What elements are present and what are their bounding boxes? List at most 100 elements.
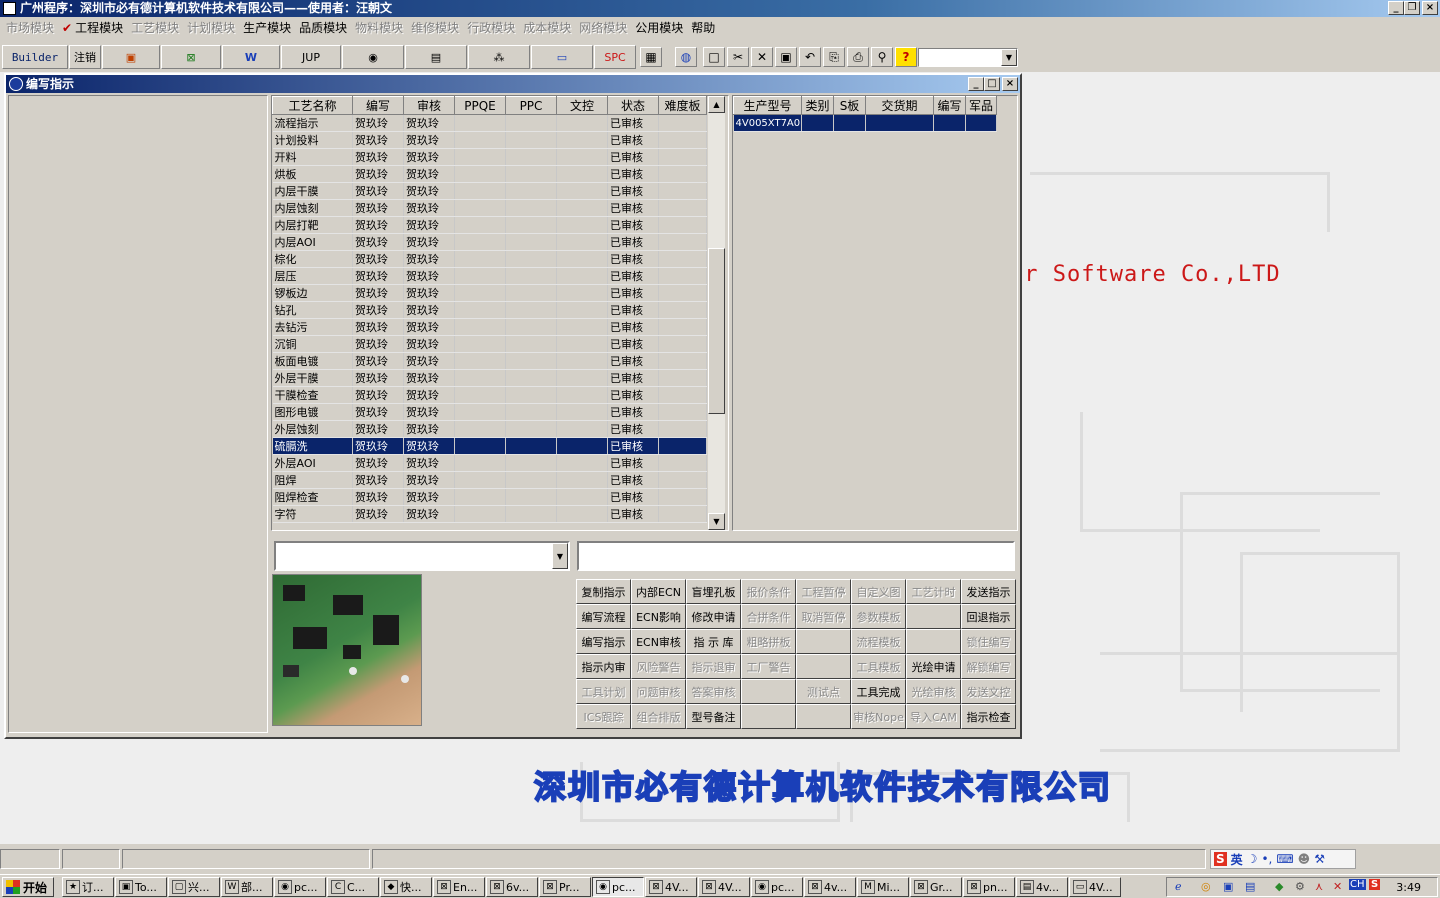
- command-button[interactable]: ECN审核: [631, 629, 686, 654]
- tray-sogou-icon[interactable]: S: [1369, 879, 1381, 890]
- database-icon[interactable]: ▤: [405, 45, 467, 69]
- ie-icon[interactable]: ℯ: [1175, 880, 1182, 893]
- close-icon[interactable]: ×: [1422, 1, 1438, 15]
- preview-icon[interactable]: ⎘: [823, 47, 845, 67]
- tray-doc-icon[interactable]: ▤: [1245, 880, 1255, 893]
- table-row[interactable]: 4V005XT7A0: [733, 114, 997, 132]
- find-icon[interactable]: ⚲: [871, 47, 893, 67]
- command-button[interactable]: 型号备注: [686, 704, 741, 729]
- menu-4[interactable]: 生产模块: [243, 19, 299, 36]
- sogou-icon[interactable]: S: [1214, 852, 1227, 866]
- table-row[interactable]: 层压 贺玖玲 贺玖玲 已审核: [272, 267, 707, 285]
- menu-0[interactable]: 市场模块: [6, 19, 62, 36]
- scroll-up-icon[interactable]: ▲: [708, 96, 725, 113]
- taskbar-button[interactable]: ★ 订...: [62, 877, 114, 897]
- menu-8[interactable]: 行政模块: [467, 19, 523, 36]
- product-col-header[interactable]: 类别: [801, 96, 834, 115]
- taskbar-button[interactable]: ⊠ 6v...: [486, 877, 538, 897]
- help-icon[interactable]: ?: [895, 47, 917, 67]
- undo-icon[interactable]: ↶: [799, 47, 821, 67]
- menu-5[interactable]: 品质模块: [299, 19, 355, 36]
- table-row[interactable]: 内层蚀刻 贺玖玲 贺玖玲 已审核: [272, 199, 707, 217]
- table-row[interactable]: 锣板边 贺玖玲 贺玖玲 已审核: [272, 284, 707, 302]
- table-row[interactable]: 外层干膜 贺玖玲 贺玖玲 已审核: [272, 369, 707, 387]
- table-row[interactable]: 外层AOI 贺玖玲 贺玖玲 已审核: [272, 454, 707, 472]
- process-col-header[interactable]: 审核: [403, 96, 455, 115]
- process-col-header[interactable]: 编写: [352, 96, 404, 115]
- command-button[interactable]: 工具完成: [851, 679, 906, 704]
- tray-acrobat-icon[interactable]: ⋏: [1315, 880, 1323, 893]
- globe-icon[interactable]: ◍: [675, 47, 697, 67]
- taskbar-button[interactable]: ▤ 4v...: [1016, 877, 1068, 897]
- print-icon[interactable]: ⎙: [847, 47, 869, 67]
- table-row[interactable]: 开料 贺玖玲 贺玖玲 已审核: [272, 148, 707, 166]
- left-tree-pane[interactable]: [8, 95, 268, 733]
- table-row[interactable]: 内层干膜 贺玖玲 贺玖玲 已审核: [272, 182, 707, 200]
- taskbar-button[interactable]: ⊠ 4V...: [698, 877, 750, 897]
- table-row[interactable]: 去钻污 贺玖玲 贺玖玲 已审核: [272, 318, 707, 336]
- product-grid[interactable]: 生产型号 类别 S板 交货期 编写 军品 4V005XT7A0: [732, 95, 1018, 531]
- command-button[interactable]: 盲埋孔板: [686, 579, 741, 604]
- calendar-icon[interactable]: ▦: [640, 47, 662, 67]
- taskbar-button[interactable]: ⊠ En...: [433, 877, 485, 897]
- table-row[interactable]: 外层蚀刻 贺玖玲 贺玖玲 已审核: [272, 420, 707, 438]
- user-icon[interactable]: ☻: [1298, 852, 1311, 866]
- taskbar-button[interactable]: ⊠ Pr...: [539, 877, 591, 897]
- toolbar-combo[interactable]: ▼: [918, 48, 1018, 67]
- menu-11[interactable]: 公用模块: [635, 19, 691, 36]
- command-button[interactable]: 光绘申请: [906, 654, 961, 679]
- taskbar-button[interactable]: W 部...: [221, 877, 273, 897]
- command-button[interactable]: 修改申请: [686, 604, 741, 629]
- product-col-header[interactable]: 军品: [965, 96, 997, 115]
- process-col-header[interactable]: PPQE: [454, 96, 506, 115]
- scroll-thumb[interactable]: [708, 248, 725, 414]
- menu-2[interactable]: 工艺模块: [131, 19, 187, 36]
- command-button[interactable]: ECN影响: [631, 604, 686, 629]
- network-icon[interactable]: ⁂: [468, 45, 530, 69]
- table-row[interactable]: 干膜检查 贺玖玲 贺玖玲 已审核: [272, 386, 707, 404]
- process-col-header[interactable]: 文控: [556, 96, 608, 115]
- excel-icon[interactable]: ⊠: [161, 45, 221, 69]
- table-row[interactable]: 字符 贺玖玲 贺玖玲 已审核: [272, 505, 707, 523]
- command-button[interactable]: 编写指示: [576, 629, 631, 654]
- command-button[interactable]: 指示内审: [576, 654, 631, 679]
- save-icon[interactable]: ▣: [775, 47, 797, 67]
- delete-icon[interactable]: ✕: [751, 47, 773, 67]
- table-row[interactable]: 棕化 贺玖玲 贺玖玲 已审核: [272, 250, 707, 268]
- menu-1[interactable]: 工程模块: [75, 21, 123, 35]
- scroll-down-icon[interactable]: ▼: [708, 513, 725, 530]
- command-button[interactable]: 发送指示: [961, 579, 1016, 604]
- tray-app-icon[interactable]: ◎: [1201, 880, 1211, 893]
- note-field[interactable]: [577, 541, 1015, 571]
- ime-lang[interactable]: 英: [1231, 851, 1243, 868]
- tray-monitor-icon[interactable]: ▣: [1223, 880, 1233, 893]
- taskbar-button[interactable]: ◉ pc...: [592, 877, 644, 897]
- table-row[interactable]: 硫膈洗 贺玖玲 贺玖玲 已审核: [272, 437, 707, 455]
- process-combo[interactable]: ▼: [274, 541, 570, 571]
- table-row[interactable]: 沉铜 贺玖玲 贺玖玲 已审核: [272, 335, 707, 353]
- table-row[interactable]: 内层AOI 贺玖玲 贺玖玲 已审核: [272, 233, 707, 251]
- table-row[interactable]: 图形电镀 贺玖玲 贺玖玲 已审核: [272, 403, 707, 421]
- taskbar-button[interactable]: ⊠ 4V...: [645, 877, 697, 897]
- command-button[interactable]: 指 示 库: [686, 629, 741, 654]
- table-row[interactable]: 阻焊 贺玖玲 贺玖玲 已审核: [272, 471, 707, 489]
- product-col-header[interactable]: 交货期: [865, 96, 934, 115]
- table-row[interactable]: 计划投料 贺玖玲 贺玖玲 已审核: [272, 131, 707, 149]
- wrench-icon[interactable]: ⚒: [1314, 852, 1325, 866]
- cut-icon[interactable]: ✂: [727, 47, 749, 67]
- ime-toolbar[interactable]: S 英 ☽ •, ⌨ ☻ ⚒: [1210, 849, 1356, 869]
- product-col-header[interactable]: S板: [833, 96, 866, 115]
- tray-ch-icon[interactable]: CH: [1349, 879, 1366, 890]
- tray-x-icon[interactable]: ✕: [1333, 880, 1342, 893]
- taskbar-button[interactable]: ◆ 快...: [380, 877, 432, 897]
- menu-10[interactable]: 网络模块: [579, 19, 635, 36]
- minimize-icon[interactable]: _: [1388, 1, 1404, 15]
- command-button[interactable]: 指示检查: [961, 704, 1016, 729]
- table-row[interactable]: 烘板 贺玖玲 贺玖玲 已审核: [272, 165, 707, 183]
- table-row[interactable]: 内层打靶 贺玖玲 贺玖玲 已审核: [272, 216, 707, 234]
- powerpoint-icon[interactable]: ▣: [102, 45, 160, 69]
- child-close-icon[interactable]: ×: [1002, 77, 1018, 91]
- builder-button[interactable]: Builder: [2, 45, 68, 69]
- taskbar-button[interactable]: ▢ 兴...: [168, 877, 220, 897]
- menu-7[interactable]: 维修模块: [411, 19, 467, 36]
